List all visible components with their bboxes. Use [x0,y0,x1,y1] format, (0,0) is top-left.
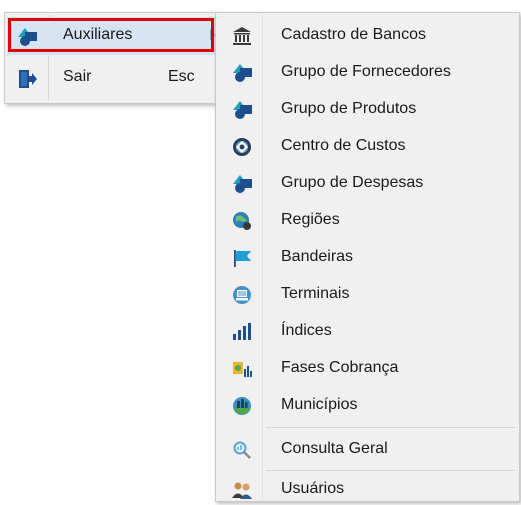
submenu-item-label: Terminais [281,285,350,302]
shapes-icon [232,174,252,194]
submenu-item-label: Bandeiras [281,248,354,265]
submenu-item-municipios[interactable]: Municípios [218,387,517,423]
submenu-item-label: Usuários [281,480,345,497]
submenu-item-terminais[interactable]: Terminais [218,276,517,312]
shapes-icon [17,27,37,47]
auxiliares-submenu: Cadastro de Bancos Grupo de Fornecedores… [215,12,520,502]
menu-item-sair[interactable]: Sair Esc [7,59,216,97]
submenu-item-indices[interactable]: Índices [218,313,517,349]
submenu-item-grupo-de-produtos[interactable]: Grupo de Produtos [218,91,517,127]
submenu-item-regioes[interactable]: Regiões [218,202,517,238]
submenu-item-label: Fases Cobrança [281,359,399,376]
submenu-item-label: Regiões [281,211,340,228]
magnifier-icon [232,440,252,460]
submenu-item-label: Municípios [281,396,358,413]
submenu-item-grupo-de-fornecedores[interactable]: Grupo de Fornecedores [218,54,517,90]
terminal-icon [232,285,252,305]
submenu-item-cadastro-de-bancos[interactable]: Cadastro de Bancos [218,17,517,53]
submenu-item-usuarios[interactable]: Usuários [218,474,517,500]
submenu-item-bandeiras[interactable]: Bandeiras [218,239,517,275]
submenu-item-label: Grupo de Produtos [281,100,417,117]
exit-door-icon [17,69,37,89]
main-menu: Auxiliares Sair Esc [4,12,219,104]
menu-item-shortcut: Esc [168,68,195,85]
submenu-item-centro-de-custos[interactable]: Centro de Custos [218,128,517,164]
menu-item-label: Sair [63,68,92,85]
submenu-item-grupo-de-despesas[interactable]: Grupo de Despesas [218,165,517,201]
bank-icon [232,26,252,46]
shapes-icon [232,63,252,83]
menu-separator [266,470,515,471]
flag-icon [232,248,252,268]
submenu-item-label: Cadastro de Bancos [281,26,426,43]
city-globe-icon [232,396,252,416]
submenu-item-label: Grupo de Fornecedores [281,63,451,80]
submenu-item-label: Grupo de Despesas [281,174,424,191]
submenu-item-label: Centro de Custos [281,137,406,154]
menu-item-label: Auxiliares [63,26,133,43]
gear-disc-icon [232,137,252,157]
globe-icon [232,211,252,231]
charge-phases-icon [232,359,252,379]
menu-separator [266,427,515,428]
bar-chart-icon [232,322,252,342]
shapes-icon [232,100,252,120]
submenu-item-label: Consulta Geral [281,440,388,457]
users-icon [232,480,252,500]
submenu-item-fases-cobranca[interactable]: Fases Cobrança [218,350,517,386]
submenu-item-label: Índices [281,322,332,339]
submenu-item-consulta-geral[interactable]: Consulta Geral [218,431,517,467]
menu-item-auxiliares[interactable]: Auxiliares [7,17,216,55]
